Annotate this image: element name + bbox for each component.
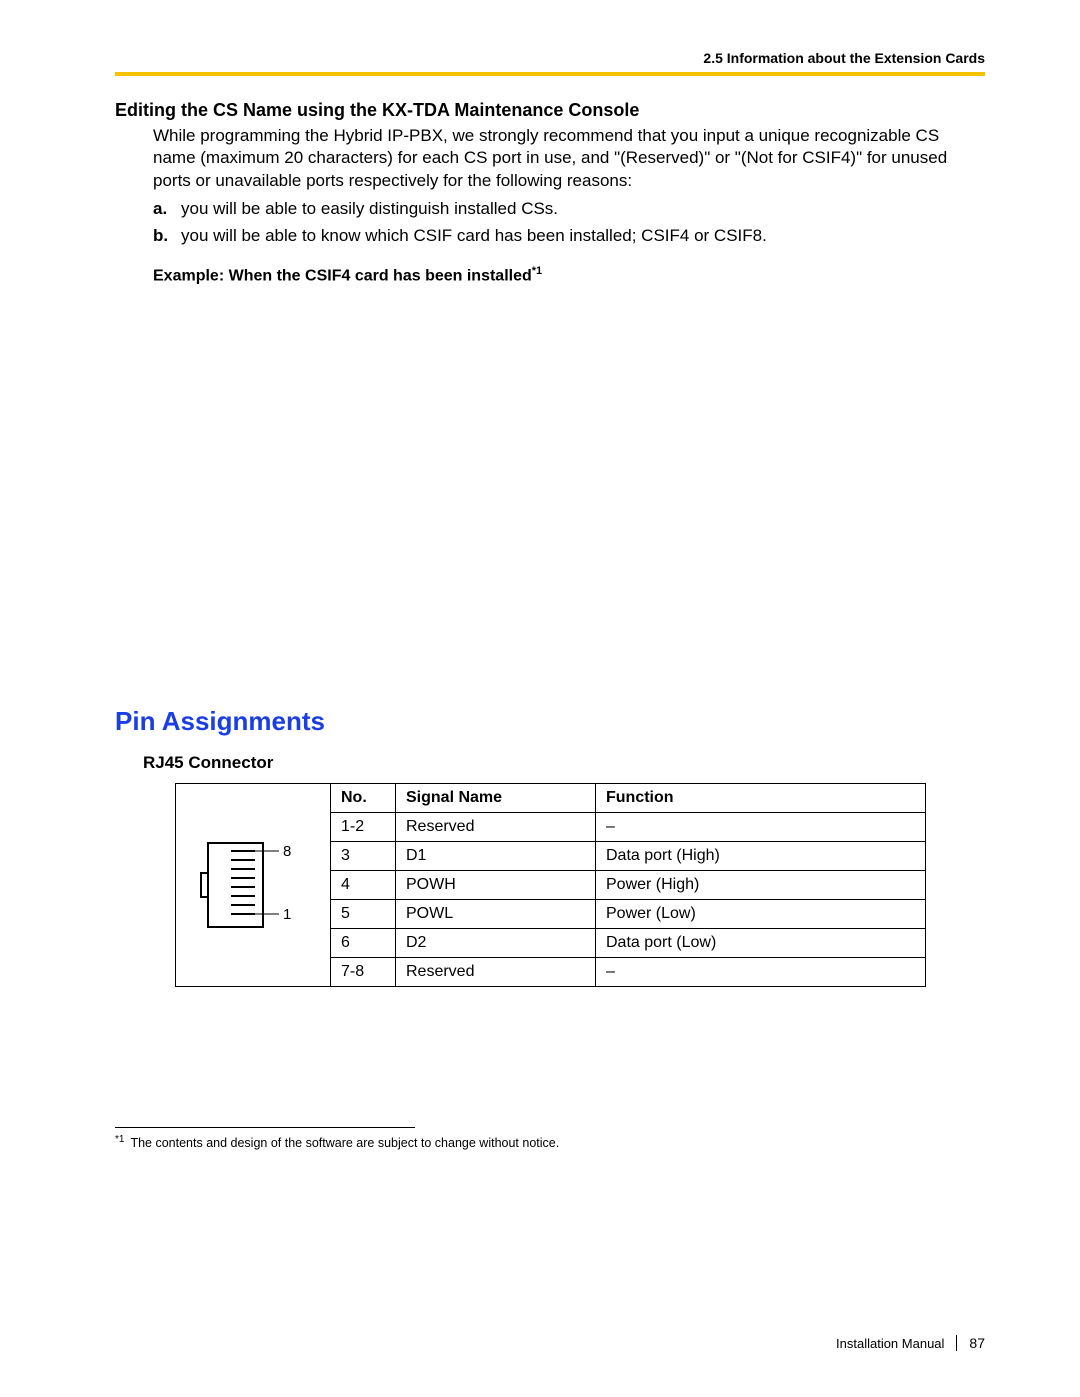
footer-separator — [956, 1335, 957, 1351]
editing-cs-name-heading: Editing the CS Name using the KX-TDA Mai… — [115, 100, 985, 121]
pin-label-1: 1 — [283, 906, 291, 923]
page: 2.5 Information about the Extension Card… — [0, 0, 1080, 1397]
list-marker: a. — [153, 198, 181, 220]
pin-table: No. Signal Name Function 1-2 Reserved – … — [330, 783, 926, 987]
example-text: Example: When the CSIF4 card has been in… — [153, 268, 532, 285]
footnote-marker: *1 — [115, 1134, 124, 1145]
cell-func: Power (High) — [596, 870, 926, 899]
cell-signal: D2 — [396, 928, 596, 957]
footnote: *1 The contents and design of the softwar… — [115, 1134, 985, 1150]
table-row: 7-8 Reserved – — [331, 957, 926, 986]
list-text: you will be able to know which CSIF card… — [181, 225, 767, 247]
page-number: 87 — [969, 1335, 985, 1351]
col-func-header: Function — [596, 783, 926, 812]
pin-assignments-heading: Pin Assignments — [115, 706, 985, 737]
manual-name: Installation Manual — [836, 1336, 944, 1351]
example-footnote-ref: *1 — [532, 265, 542, 277]
table-row: 1-2 Reserved – — [331, 812, 926, 841]
rj45-heading: RJ45 Connector — [143, 753, 985, 773]
cell-func: – — [596, 812, 926, 841]
cell-signal: POWL — [396, 899, 596, 928]
table-row: 6 D2 Data port (Low) — [331, 928, 926, 957]
cell-func: – — [596, 957, 926, 986]
table-header-row: No. Signal Name Function — [331, 783, 926, 812]
page-footer: Installation Manual 87 — [836, 1335, 985, 1351]
list-text: you will be able to easily distinguish i… — [181, 198, 558, 220]
table-row: 3 D1 Data port (High) — [331, 841, 926, 870]
cell-signal: Reserved — [396, 957, 596, 986]
table-row: 4 POWH Power (High) — [331, 870, 926, 899]
cell-func: Data port (High) — [596, 841, 926, 870]
intro-paragraph: While programming the Hybrid IP-PBX, we … — [153, 125, 985, 192]
cell-no: 4 — [331, 870, 396, 899]
col-no-header: No. — [331, 783, 396, 812]
pin-assignment-block: 8 1 No. Signal Name Function 1-2 Reserve… — [175, 783, 985, 987]
cell-no: 1-2 — [331, 812, 396, 841]
example-heading: Example: When the CSIF4 card has been in… — [153, 265, 985, 285]
footnote-rule — [115, 1127, 415, 1128]
rj45-connector-diagram: 8 1 — [175, 783, 330, 987]
list-item: b. you will be able to know which CSIF c… — [153, 225, 985, 247]
pin-label-8: 8 — [283, 843, 291, 860]
footnote-text: The contents and design of the software … — [130, 1136, 559, 1150]
col-signal-header: Signal Name — [396, 783, 596, 812]
cell-signal: Reserved — [396, 812, 596, 841]
reasons-list: a. you will be able to easily distinguis… — [153, 198, 985, 247]
cell-signal: POWH — [396, 870, 596, 899]
cell-no: 5 — [331, 899, 396, 928]
cell-func: Data port (Low) — [596, 928, 926, 957]
cell-signal: D1 — [396, 841, 596, 870]
section-reference: 2.5 Information about the Extension Card… — [115, 50, 985, 66]
rj45-icon: 8 1 — [193, 835, 313, 935]
cell-no: 6 — [331, 928, 396, 957]
header-bar: 2.5 Information about the Extension Card… — [115, 50, 985, 76]
cell-no: 3 — [331, 841, 396, 870]
table-row: 5 POWL Power (Low) — [331, 899, 926, 928]
cell-no: 7-8 — [331, 957, 396, 986]
list-item: a. you will be able to easily distinguis… — [153, 198, 985, 220]
cell-func: Power (Low) — [596, 899, 926, 928]
list-marker: b. — [153, 225, 181, 247]
